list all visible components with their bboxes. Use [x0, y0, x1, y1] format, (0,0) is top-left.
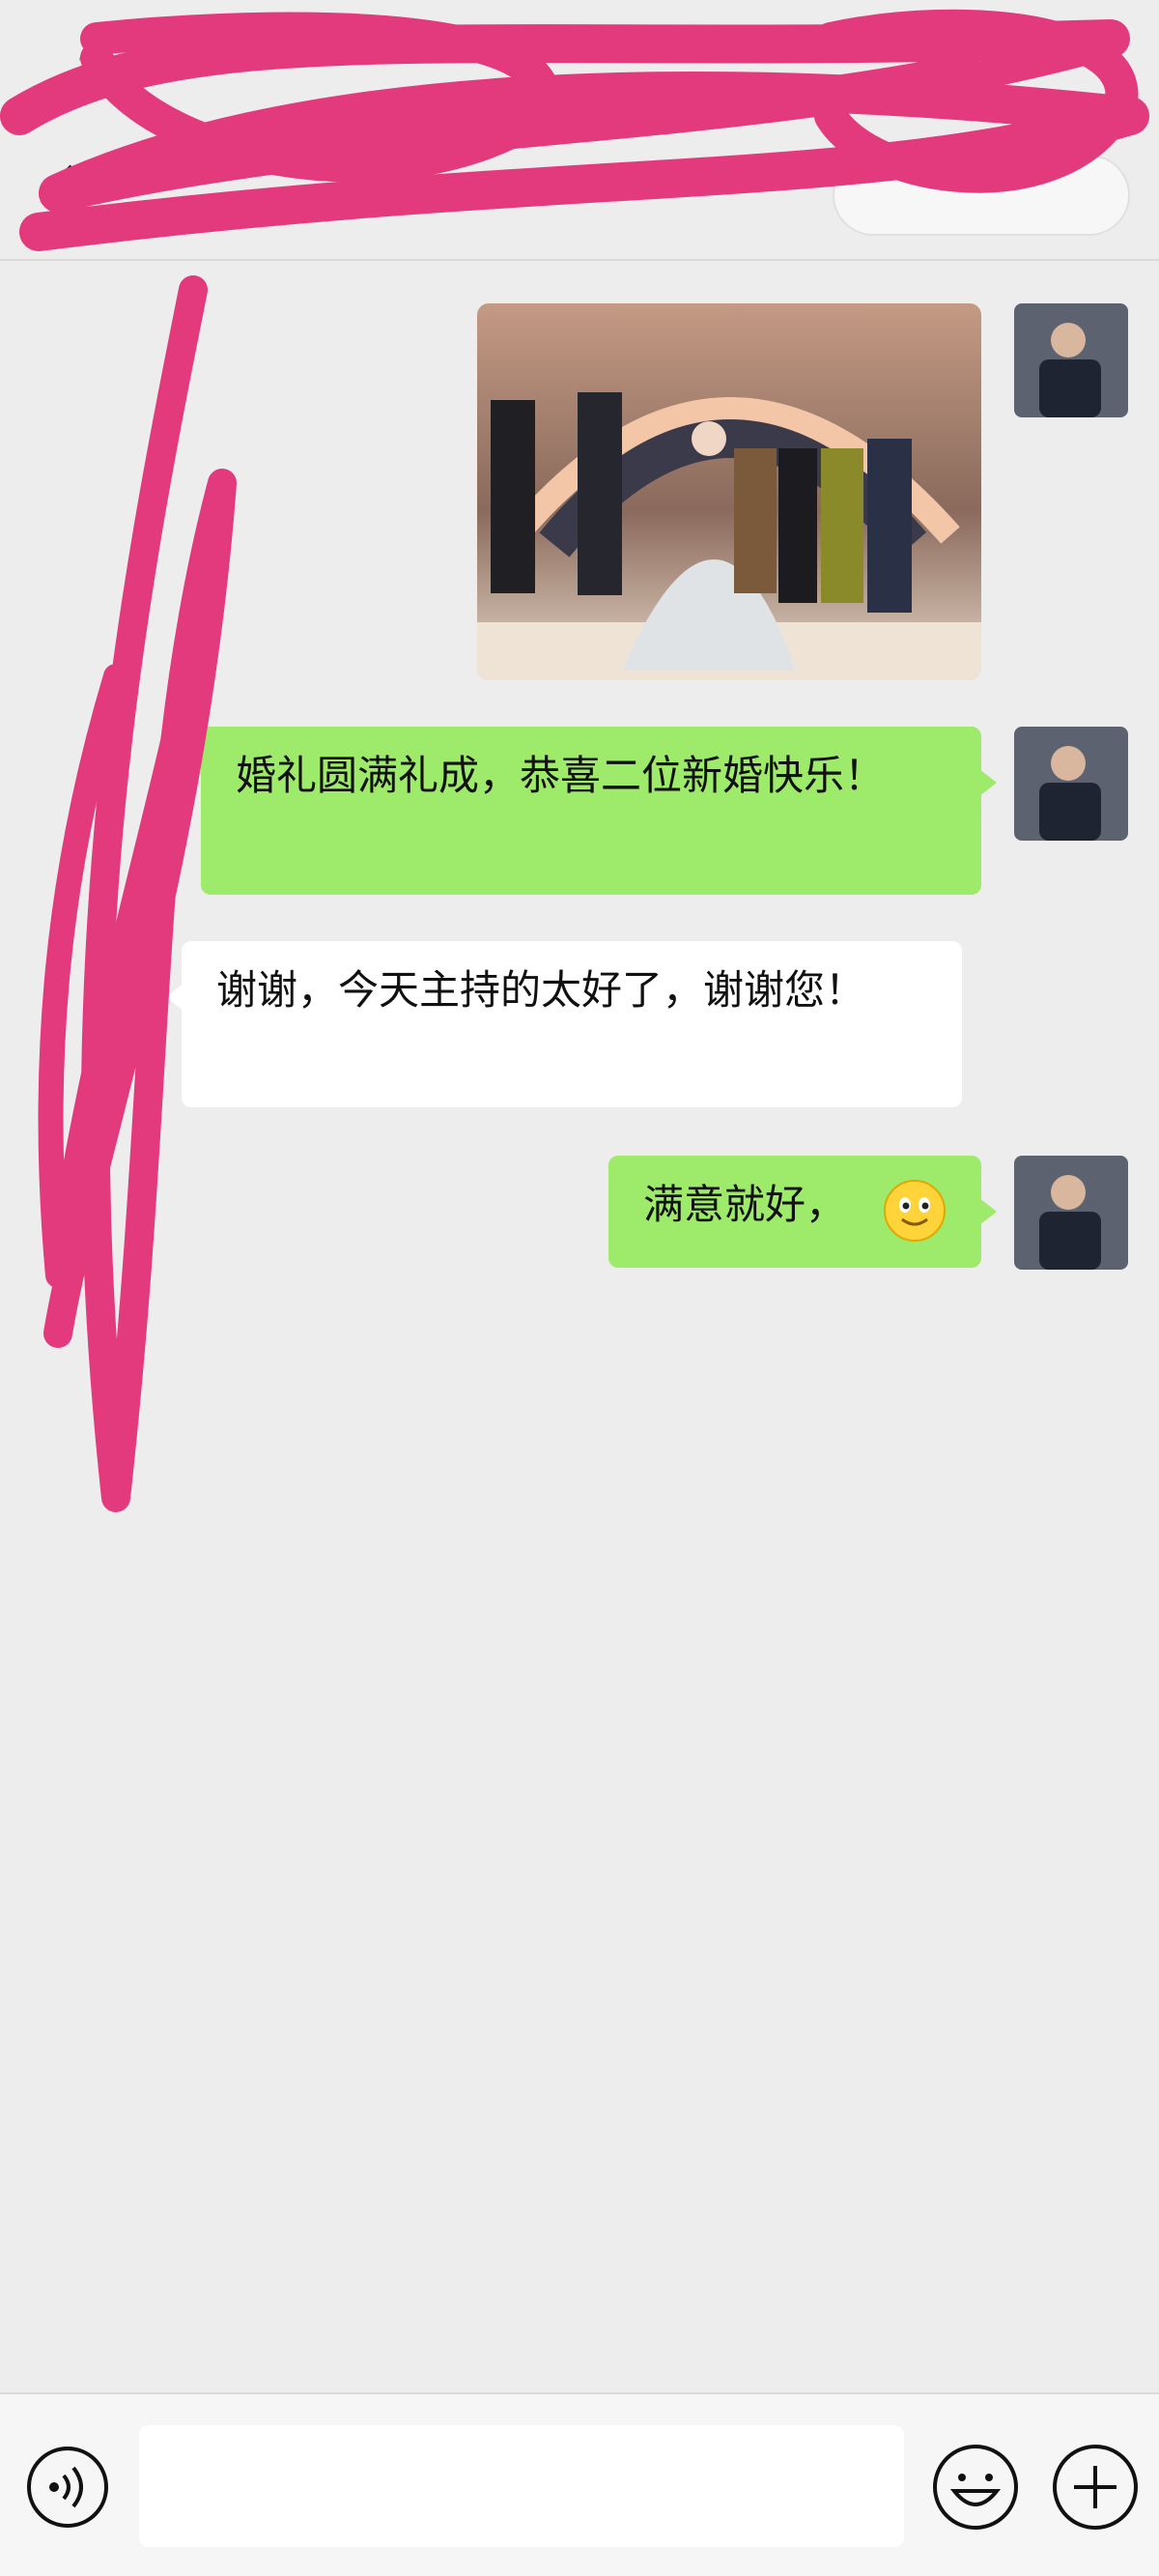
wedding-photo — [477, 303, 981, 680]
voice-icon[interactable] — [25, 2445, 110, 2530]
message-bubble-sent[interactable]: 婚礼圆满礼成，恭喜二位新婚快乐！ — [201, 727, 997, 895]
chat-header: 2:14 — [0, 0, 1159, 261]
status-time: 2:14 — [77, 50, 147, 87]
image-message[interactable] — [477, 303, 981, 680]
message-input[interactable] — [139, 2425, 904, 2547]
message-text: 满意就好， — [643, 1181, 847, 1228]
my-avatar[interactable] — [1014, 1156, 1128, 1270]
back-arrow-icon[interactable] — [46, 162, 85, 201]
emoji-icon[interactable] — [931, 2443, 1020, 2532]
slightly-smiling-face-icon — [884, 1180, 946, 1242]
input-bar — [0, 2392, 1159, 2576]
message-bubble-sent[interactable]: 满意就好， — [608, 1156, 997, 1268]
my-avatar[interactable] — [1014, 727, 1128, 841]
plus-icon[interactable] — [1051, 2443, 1140, 2532]
message-text: 谢谢，今天主持的太好了，谢谢您！ — [216, 966, 866, 1014]
my-avatar[interactable] — [1014, 303, 1128, 417]
message-text: 婚礼圆满礼成，恭喜二位新婚快乐！ — [236, 752, 886, 799]
more-options-button[interactable] — [833, 155, 1130, 236]
message-bubble-received[interactable]: 谢谢，今天主持的太好了，谢谢您！ — [166, 941, 962, 1107]
